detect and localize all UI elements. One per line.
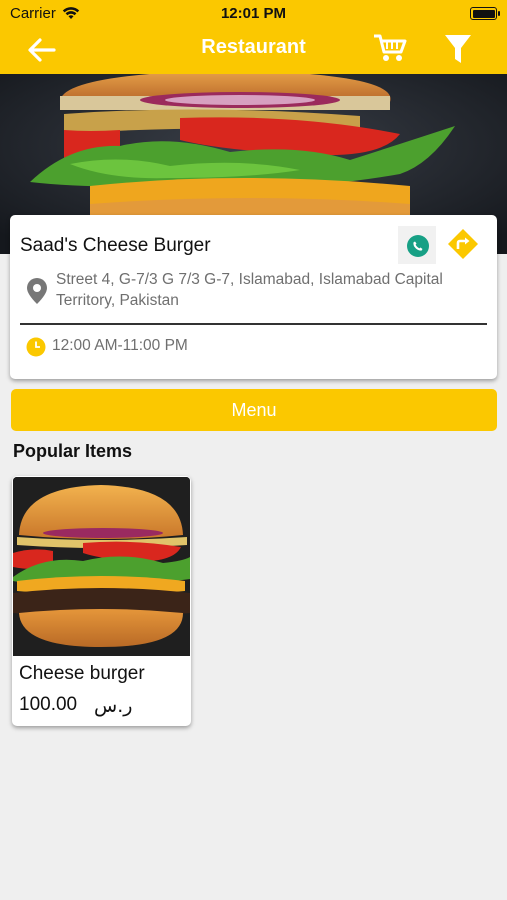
status-bar: Carrier 12:01 PM xyxy=(0,5,507,25)
menu-button[interactable]: Menu xyxy=(11,389,497,431)
item-currency: ر.س xyxy=(94,695,133,717)
item-image xyxy=(13,477,190,656)
opening-hours: 12:00 AM-11:00 PM xyxy=(52,337,188,354)
location-pin-icon xyxy=(27,278,47,304)
cart-icon[interactable] xyxy=(372,32,408,64)
section-title-popular: Popular Items xyxy=(13,441,133,461)
phone-icon xyxy=(407,235,429,257)
filter-icon[interactable] xyxy=(443,32,473,66)
restaurant-name: Saad's Cheese Burger xyxy=(20,235,211,256)
divider xyxy=(20,323,487,325)
item-price: 100.00 xyxy=(19,694,78,715)
battery-icon xyxy=(470,7,500,20)
directions-icon[interactable] xyxy=(447,228,479,260)
page-title: Restaurant xyxy=(201,36,306,58)
restaurant-info-card: Saad's Cheese Burger Street 4, G-7/3 G 7… xyxy=(10,215,497,379)
clock-icon xyxy=(26,337,46,357)
item-name: Cheese burger xyxy=(19,663,145,684)
popular-item-card[interactable]: Cheese burger 100.00 ر.س xyxy=(12,476,191,726)
app-header: Carrier 12:01 PM Restaurant xyxy=(0,0,507,74)
restaurant-address: Street 4, G-7/3 G 7/3 G-7, Islamabad, Is… xyxy=(56,271,443,309)
clock-time: 12:01 PM xyxy=(220,5,287,22)
call-button[interactable] xyxy=(398,226,436,264)
